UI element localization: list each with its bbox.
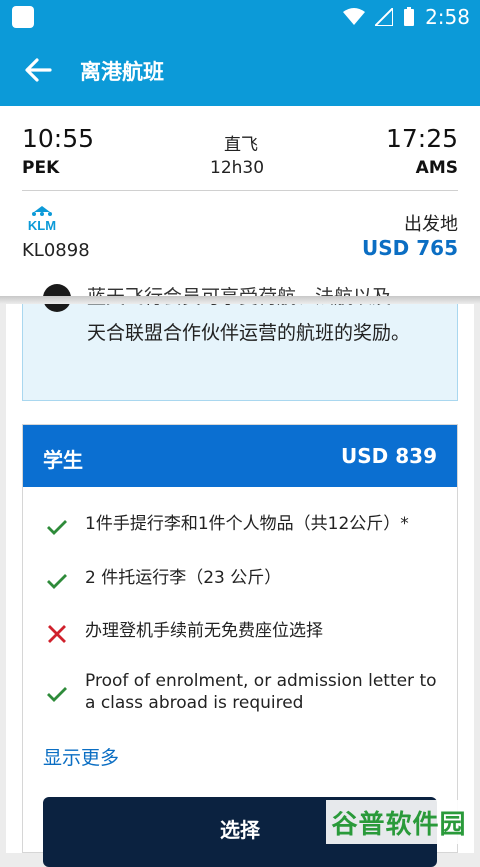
signal-icon: [375, 8, 394, 26]
watermark: 谷普软件园: [326, 800, 472, 844]
status-time: 2:58: [425, 5, 470, 29]
check-icon: [47, 687, 67, 702]
price-label: 出发地: [404, 214, 458, 235]
arrive-time: 17:25: [385, 124, 458, 153]
flight-duration: 12h30: [210, 158, 265, 178]
check-icon: [47, 520, 67, 535]
page-title: 离港航班: [80, 60, 164, 84]
check-icon: [47, 574, 67, 589]
fare-feature-text: 2 件托运行李（23 公斤）: [85, 568, 282, 588]
fare-header: 学生 USD 839: [23, 425, 457, 487]
fare-feature-text: 办理登机手续前无免费座位选择: [85, 621, 323, 641]
lowest-price: USD 765: [362, 236, 458, 260]
app-bar: 离港航班: [0, 34, 480, 106]
notification-icon: [12, 6, 34, 28]
flight-type: 直飞: [224, 135, 258, 155]
depart-time: 10:55: [22, 124, 95, 153]
flight-summary: 10:55 PEK 直飞 12h30 17:25 AMS KLM KL0898 …: [0, 106, 480, 296]
show-more-link[interactable]: 显示更多: [43, 743, 119, 770]
info-text: 天合联盟合作伙伴运营的航班的奖励。: [87, 322, 411, 344]
fare-feature-text: Proof of enrolment, or admission letter …: [85, 671, 437, 713]
cross-icon: [48, 625, 66, 643]
fare-name: 学生: [43, 448, 83, 472]
klm-logo-icon: KLM: [28, 206, 56, 232]
status-bar: 2:58: [0, 0, 480, 34]
depart-code: PEK: [22, 158, 60, 178]
arrive-code: AMS: [415, 158, 458, 178]
status-icons: 2:58: [343, 4, 470, 30]
fare-feature-text: 1件手提行李和1件个人物品（共12公斤）*: [85, 514, 409, 534]
scroll-shadow: [0, 296, 480, 304]
svg-text:KLM: KLM: [28, 218, 56, 232]
fare-card-student: 学生 USD 839 1件手提行李和1件个人物品（共12公斤）* 2 件托运行李…: [22, 424, 458, 867]
fare-price: USD 839: [341, 444, 437, 468]
battery-icon: [404, 7, 415, 26]
flight-number: KL0898: [22, 240, 90, 261]
back-arrow-icon[interactable]: [22, 54, 54, 86]
wifi-icon: [343, 8, 366, 25]
divider: [22, 190, 458, 191]
info-notice: 蓝天飞行会员可享受荷航、法航以及 天合联盟合作伙伴运营的航班的奖励。: [22, 284, 458, 401]
